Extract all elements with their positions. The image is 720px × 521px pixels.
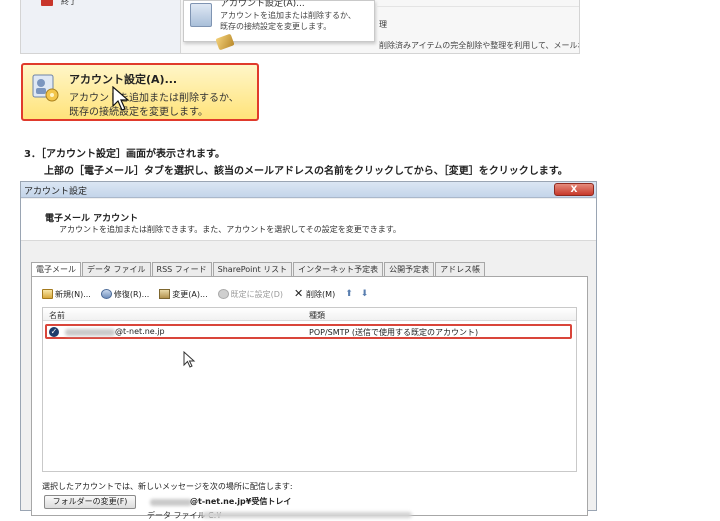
change-folder-button[interactable]: フォルダーの変更(F) — [44, 495, 136, 509]
tab-published-calendars[interactable]: 公開予定表 — [384, 262, 435, 276]
repair-icon — [100, 289, 112, 299]
top-outlook-screenshot: 終了 アカウント設定(A)... アカウントを追加または削除するか、 既存の接続… — [20, 0, 580, 54]
delivery-folder-path: @t-net.ne.jp¥受信トレイ — [190, 497, 292, 506]
change-icon — [159, 289, 171, 299]
account-settings-button[interactable]: アカウント設定(A)... アカウントを追加または削除するか、 既存の接続設定を… — [21, 63, 259, 121]
cleanup-description: 削除済みアイテムの完全削除や整理を利用して、メールボックスのサイ — [379, 41, 579, 50]
close-button[interactable]: X — [554, 183, 594, 196]
dialog-header: 電子メール アカウント アカウントを追加または削除できます。また、アカウントを選… — [21, 199, 596, 241]
email-tab-panel: 新規(N)... 修復(R)... 変更(A)... 既定に設定(D) ✕ 削除… — [31, 276, 588, 520]
email-accounts-description: アカウントを追加または削除できます。また、アカウントを選択してその設定を変更でき… — [59, 225, 401, 234]
column-header-name[interactable]: 名前 — [49, 310, 65, 321]
backstage-right-content: 理 削除済みアイテムの完全削除や整理を利用して、メールボックスのサイ — [377, 0, 579, 53]
default-account-check-icon: ✓ — [49, 327, 59, 337]
move-down-icon[interactable]: ⬇ — [361, 289, 369, 299]
new-button[interactable]: 新規(N)... — [42, 289, 91, 300]
tab-strip: 電子メール データ ファイル RSS フィード SharePoint リスト イ… — [31, 262, 486, 277]
column-header-type[interactable]: 種類 — [309, 310, 325, 321]
dialog-title: アカウント設定 — [24, 187, 88, 197]
divider — [377, 6, 579, 7]
tab-sharepoint-lists[interactable]: SharePoint リスト — [212, 262, 293, 276]
tab-email[interactable]: 電子メール — [31, 262, 81, 277]
account-settings-dialog: アカウント設定 X 電子メール アカウント アカウントを追加または削除できます。… — [20, 181, 597, 520]
account-row[interactable]: ✓ @t-net.ne.jp POP/SMTP (送信で使用する既定のアカウント… — [45, 324, 572, 339]
popup-title: アカウント設定(A)... — [220, 0, 305, 9]
dialog-titlebar: アカウント設定 X — [21, 182, 596, 198]
account-name: @t-net.ne.jp — [115, 327, 165, 336]
move-up-icon[interactable]: ⬆ — [345, 289, 353, 299]
step-heading: 3．［アカウント設定］画面が表示されます。 — [24, 149, 225, 160]
cleanup-label: 理 — [379, 20, 387, 29]
delete-icon: ✕ — [293, 287, 304, 300]
set-default-label: 既定に設定(D) — [230, 289, 284, 299]
list-header: 名前 種類 — [43, 308, 576, 321]
redacted-email-prefix — [65, 329, 115, 336]
mouse-pointer-icon — [112, 86, 130, 111]
tab-data-files[interactable]: データ ファイル — [82, 262, 151, 276]
popup-desc-line2: 既存の接続設定を変更します。 — [220, 22, 332, 31]
new-icon — [42, 289, 53, 299]
account-toolbar: 新規(N)... 修復(R)... 変更(A)... 既定に設定(D) ✕ 削除… — [42, 287, 376, 301]
delete-label: 削除(M) — [306, 289, 336, 299]
email-accounts-heading: 電子メール アカウント — [45, 214, 139, 224]
mouse-pointer-icon — [183, 351, 196, 368]
repair-button[interactable]: 修復(R)... — [100, 289, 150, 300]
backstage-left-menu: 終了 — [21, 0, 181, 53]
set-default-icon — [217, 289, 229, 299]
tab-internet-calendars[interactable]: インターネット予定表 — [293, 262, 384, 276]
delete-button[interactable]: ✕ 削除(M) — [293, 287, 336, 300]
redacted-delivery-prefix — [150, 499, 192, 506]
step-detail: 上部の［電子メール］タブを選択し、該当のメールアドレスの名前をクリックしてから、… — [44, 166, 568, 177]
exit-menu-item[interactable]: 終了 — [61, 0, 77, 7]
popup-desc-line1: アカウントを追加または削除するか、 — [220, 11, 356, 20]
repair-label: 修復(R)... — [113, 289, 150, 299]
account-type: POP/SMTP (送信で使用する既定のアカウント) — [309, 328, 479, 337]
set-default-button[interactable]: 既定に設定(D) — [217, 289, 284, 300]
account-list: 名前 種類 ✓ @t-net.ne.jp POP/SMTP (送信で使用する既定… — [42, 307, 577, 472]
account-settings-icon — [190, 3, 212, 27]
account-settings-popup-item[interactable]: アカウント設定(A)... アカウントを追加または削除するか、 既存の接続設定を… — [183, 0, 375, 42]
account-settings-icon — [32, 74, 59, 102]
exit-icon — [41, 0, 53, 6]
account-settings-desc-line2: 既存の接続設定を変更します。 — [69, 107, 208, 118]
tab-address-books[interactable]: アドレス帳 — [435, 262, 486, 276]
account-settings-desc-line1: アカウントを追加または削除するか、 — [69, 93, 239, 104]
change-button[interactable]: 変更(A)... — [159, 289, 208, 300]
redacted-data-file-path — [202, 512, 412, 518]
tab-rss-feeds[interactable]: RSS フィード — [151, 262, 212, 276]
new-label: 新規(N)... — [55, 289, 91, 299]
account-settings-title: アカウント設定(A)... — [69, 73, 178, 86]
delivery-location-label: 選択したアカウントでは、新しいメッセージを次の場所に配信します: — [42, 482, 293, 491]
change-label: 変更(A)... — [172, 289, 208, 299]
